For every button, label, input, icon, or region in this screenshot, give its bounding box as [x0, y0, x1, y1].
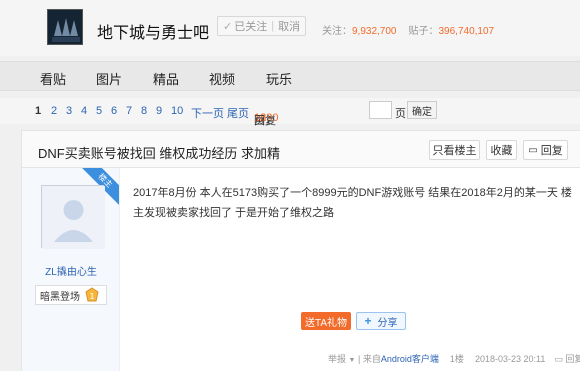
page-current: 1: [35, 105, 42, 117]
plus-icon: +: [364, 314, 372, 328]
page-unit: 页: [395, 108, 406, 120]
page-link[interactable]: 8: [141, 105, 147, 117]
follow-state-label: 已关注: [234, 21, 268, 33]
floor-number: 1楼: [449, 354, 464, 364]
posts-count: 396,740,107: [438, 26, 495, 37]
author-column: 楼主 ZL撬由心生 暗黑登场 1: [22, 168, 120, 371]
share-label: 分享: [377, 317, 398, 329]
favorite-button[interactable]: 收藏: [486, 140, 517, 160]
report-link[interactable]: 举报: [328, 354, 346, 364]
avatar[interactable]: [41, 185, 105, 249]
level-icon: 1: [84, 287, 100, 303]
posts-label: 贴子：: [408, 26, 439, 37]
only-op-button[interactable]: 只看楼主: [429, 140, 480, 160]
last-page-link[interactable]: 尾页: [227, 108, 249, 120]
pager: 1 2 3 4 5 6 7 8 9 10 下一页 尾页 1230回复贴，共16页…: [0, 98, 580, 159]
page-link[interactable]: 3: [66, 105, 72, 117]
forum-name[interactable]: 地下城与勇士吧: [97, 19, 209, 43]
page-link[interactable]: 4: [81, 105, 87, 117]
follow-box: ✓ 已关注 | 取消: [217, 16, 307, 36]
share-button[interactable]: + 分享: [356, 312, 406, 330]
page-link[interactable]: 5: [96, 105, 102, 117]
post-meta: 举报 ▼ | 来自Android客户端 1楼 2018-03-23 20:11 …: [328, 352, 580, 365]
page-jump-input[interactable]: [369, 101, 392, 119]
tab-images[interactable]: 图片: [96, 69, 122, 88]
level-name: 暗黑登场: [40, 291, 80, 303]
check-icon: ✓: [223, 20, 233, 33]
comment-icon: ▭: [528, 144, 538, 156]
follow-label: 关注：: [322, 26, 352, 37]
forum-header: 地下城与勇士吧 ✓ 已关注 | 取消 关注：9,932,700 贴子：396,74…: [0, 0, 580, 56]
comment-icon: ▭: [554, 354, 563, 364]
confirm-button[interactable]: 确定: [407, 101, 437, 119]
forum-stats: 关注：9,932,700 贴子：396,740,107: [322, 22, 494, 37]
caret-down-icon[interactable]: ▼: [349, 357, 356, 364]
post-content: 2017年8月份 本人在5173购买了一个8999元的DNF游戏账号 结果在20…: [133, 187, 572, 219]
page-link[interactable]: 7: [126, 105, 132, 117]
tab-fun[interactable]: 玩乐: [266, 69, 292, 88]
post-reply-link[interactable]: 回复: [565, 354, 580, 364]
post-floor-1: 楼主 ZL撬由心生 暗黑登场 1 2017年8月份 本人在5173购买了一个89…: [21, 168, 580, 371]
author-name[interactable]: ZL撬由心生: [22, 263, 119, 278]
level-number: 1: [89, 292, 94, 301]
page-link[interactable]: 2: [51, 105, 57, 117]
next-page-link[interactable]: 下一页: [191, 108, 224, 120]
post-time: 2018-03-23 20:11: [474, 354, 546, 364]
page-link[interactable]: 6: [111, 105, 117, 117]
unfollow-button[interactable]: 取消: [278, 18, 300, 34]
thread-title-bar: DNF买卖账号被找回 维权成功经历 求加精 只看楼主 收藏 ▭ 回复: [21, 130, 580, 168]
level-badge[interactable]: 暗黑登场 1: [35, 285, 107, 305]
follow-count: 9,932,700: [352, 26, 397, 37]
send-gift-button[interactable]: 送TA礼物: [301, 312, 351, 330]
divider: |: [271, 20, 275, 32]
page-link[interactable]: 9: [156, 105, 162, 117]
thread-title: DNF买卖账号被找回 维权成功经历 求加精: [38, 146, 280, 161]
page-link[interactable]: 10: [171, 105, 183, 117]
forum-logo[interactable]: [47, 9, 83, 45]
tab-featured[interactable]: 精品: [153, 69, 179, 88]
tab-videos[interactable]: 视频: [209, 69, 235, 88]
source-link[interactable]: Android客户端: [381, 354, 439, 364]
forum-nav: 看贴 图片 精品 视频 玩乐: [0, 61, 580, 91]
tab-posts[interactable]: 看贴: [40, 69, 66, 88]
reply-button-label: 回复: [540, 145, 563, 157]
reply-button[interactable]: ▭ 回复: [523, 140, 568, 160]
source-prefix: 来自: [362, 354, 381, 364]
